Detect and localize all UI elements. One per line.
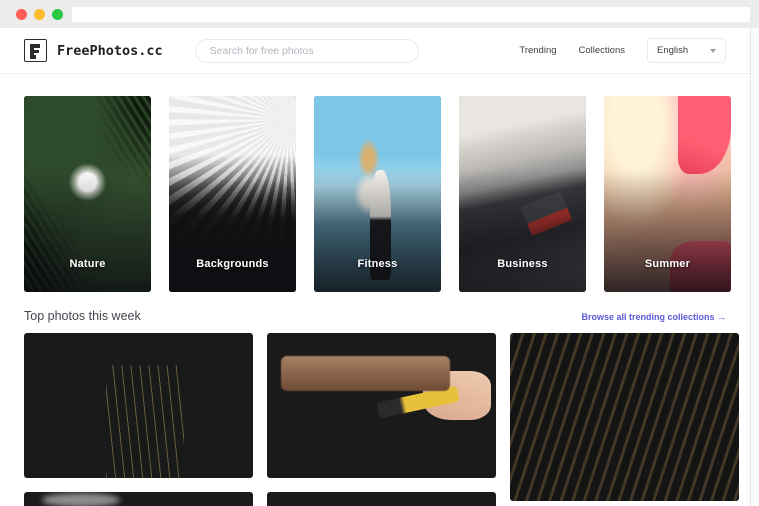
photo-tile-blue-sea[interactable] [24, 492, 253, 506]
category-card-label: Summer [644, 258, 691, 270]
category-card-label: Fitness [357, 258, 398, 270]
close-window-button[interactable] [16, 8, 27, 20]
page-viewport: FreePhotos.cc Trending Collections Engli… [0, 28, 750, 506]
search-input[interactable] [209, 44, 404, 57]
category-card-fitness[interactable]: Fitness [314, 96, 441, 292]
search-box[interactable] [194, 38, 419, 63]
brand-logo[interactable]: FreePhotos.cc [24, 39, 163, 62]
category-card-label: Backgrounds [196, 258, 269, 270]
site-header: FreePhotos.cc Trending Collections Engli… [0, 28, 750, 74]
brand-name: FreePhotos.cc [57, 42, 163, 59]
category-card-summer[interactable]: Summer [604, 96, 731, 292]
photo-grid-column [267, 333, 496, 506]
category-card-backgrounds[interactable]: Backgrounds [169, 96, 296, 292]
section-title: Top photos this week [24, 309, 141, 323]
category-card-nature[interactable]: Nature [24, 96, 151, 292]
minimize-window-button[interactable] [34, 8, 45, 20]
photo-tile-sunset-field[interactable] [24, 333, 253, 478]
primary-nav: Trending Collections English [519, 38, 726, 63]
main-content: Nature Backgrounds Fitness Business Summ… [0, 74, 750, 506]
photo-grid-column [510, 333, 739, 506]
language-select[interactable]: English [647, 38, 726, 63]
browser-titlebar [0, 0, 759, 28]
category-card-label: Business [497, 258, 548, 270]
category-card-label: Nature [69, 258, 106, 270]
browser-window: FreePhotos.cc Trending Collections Engli… [0, 0, 759, 506]
traffic-light-buttons [16, 8, 63, 20]
language-select-value: English [657, 45, 689, 56]
url-bar[interactable] [72, 7, 750, 22]
section-header: Top photos this week Browse all trending… [24, 309, 726, 323]
nav-item-collections[interactable]: Collections [579, 45, 625, 56]
chevron-down-icon [710, 48, 716, 53]
category-card-row: Nature Backgrounds Fitness Business Summ… [24, 96, 731, 292]
nav-item-trending[interactable]: Trending [519, 45, 556, 56]
photo-grid [24, 333, 739, 506]
category-card-business[interactable]: Business [459, 96, 586, 292]
photo-tile-barbecue-grill[interactable] [267, 333, 496, 478]
maximize-window-button[interactable] [52, 8, 63, 20]
f-square-logo-icon [24, 39, 47, 62]
photo-tile-burning-embers[interactable] [510, 333, 739, 501]
photo-tile-campfire[interactable] [267, 492, 496, 506]
photo-grid-column [24, 333, 253, 506]
browse-trending-collections-link[interactable]: Browse all trending collections → [581, 312, 726, 322]
vertical-scrollbar[interactable] [750, 28, 759, 506]
